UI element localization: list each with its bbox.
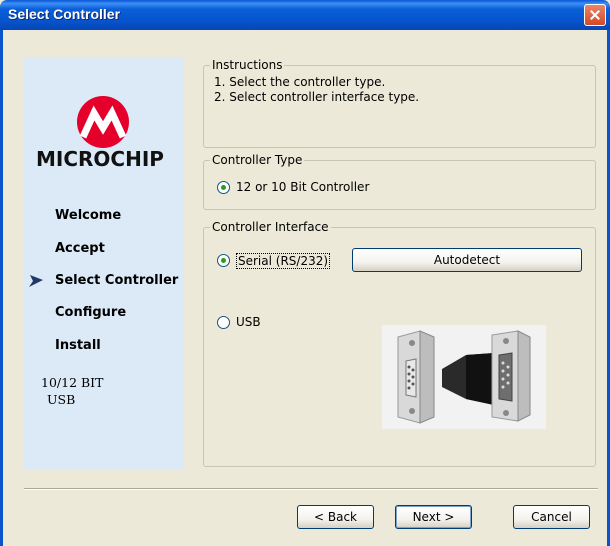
- window-title: Select Controller: [8, 6, 121, 22]
- controller-interface-legend: Controller Interface: [210, 220, 331, 234]
- controller-type-radio[interactable]: [217, 181, 230, 194]
- cancel-button[interactable]: Cancel: [513, 505, 590, 529]
- sidebar-item-configure: Configure: [55, 305, 127, 320]
- sidebar-footer: 10/12 BIT USB: [41, 374, 103, 408]
- instructions-legend: Instructions: [210, 58, 285, 72]
- autodetect-button[interactable]: Autodetect: [352, 248, 582, 272]
- title-bar: Select Controller: [0, 0, 610, 30]
- serial-connector-image: [382, 325, 546, 429]
- sidebar-item-welcome: Welcome: [55, 208, 122, 223]
- back-button[interactable]: < Back: [297, 505, 374, 529]
- next-button[interactable]: Next >: [395, 505, 472, 529]
- controller-type-label[interactable]: 12 or 10 Bit Controller: [236, 180, 369, 194]
- serial-label[interactable]: Serial (RS/232): [236, 253, 331, 269]
- sidebar-footer-line2: USB: [47, 392, 76, 407]
- usb-radio[interactable]: [217, 316, 230, 329]
- usb-label[interactable]: USB: [236, 315, 261, 329]
- sidebar-item-accept: Accept: [55, 241, 105, 256]
- controller-type-group: Controller Type 12 or 10 Bit Controller: [203, 153, 596, 210]
- instruction-line-1: 1. Select the controller type.: [214, 75, 386, 89]
- microchip-logo: [77, 96, 129, 148]
- close-icon[interactable]: [584, 4, 606, 26]
- window-border-left: [0, 30, 3, 546]
- footer-divider: [24, 488, 598, 490]
- sidebar-item-install: Install: [55, 338, 101, 353]
- serial-radio[interactable]: [217, 254, 230, 267]
- controller-type-legend: Controller Type: [210, 153, 305, 167]
- instruction-line-2: 2. Select controller interface type.: [214, 90, 420, 104]
- current-step-arrow-icon: [29, 275, 43, 287]
- brand-text: MICROCHIP: [36, 147, 164, 171]
- brand-name: MICROCHIP: [36, 147, 164, 171]
- sidebar-footer-line1: 10/12 BIT: [41, 375, 104, 390]
- instructions-group: Instructions 1. Select the controller ty…: [203, 58, 596, 148]
- sidebar: MICROCHIP Welcome Accept Select Controll…: [24, 57, 184, 470]
- sidebar-item-select-controller: Select Controller: [55, 273, 179, 288]
